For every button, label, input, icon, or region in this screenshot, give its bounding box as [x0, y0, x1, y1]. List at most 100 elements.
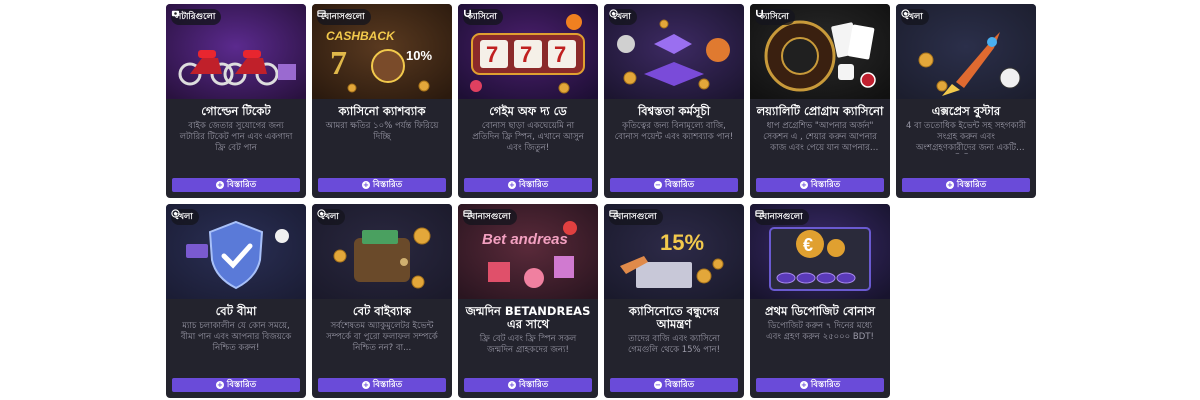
promo-image: খেলা	[166, 204, 306, 299]
rocket-window	[987, 37, 997, 47]
promo-card-9[interactable]: 15% বোনাসগুলো ক্যাসিনোতে বন্ধুদের আমন্ত্…	[604, 204, 744, 398]
promo-description: ডিপোজিট করুন ৭ দিনের মধ্যে এবং গ্রহণ করু…	[766, 321, 874, 342]
ball-icon	[171, 209, 180, 218]
promo-image: খেলা	[604, 4, 744, 99]
category-label: বোনাসগুলো	[467, 212, 511, 222]
promo-description: কৃতিত্বের জন্য বিনামূল্যে বাজি, বোনাস পয…	[614, 121, 734, 142]
plus-icon: +	[945, 181, 954, 189]
donut-icon	[524, 268, 544, 288]
soccer-ball-icon	[275, 229, 289, 243]
details-label: বিস্তারিত	[372, 380, 403, 390]
coin-icon	[936, 80, 948, 92]
promo-image: খেলা	[312, 204, 452, 299]
fuel-tank-icon	[198, 50, 216, 58]
plus-icon: +	[361, 381, 370, 389]
promo-title: ক্যাসিনো ক্যাশব্যাক	[338, 104, 426, 118]
plus-icon: +	[799, 381, 808, 389]
soccer-ball-icon	[617, 35, 635, 53]
details-button[interactable]: + বিস্তারিত	[464, 378, 592, 392]
reel-digit: 7	[554, 42, 566, 67]
promo-title: এক্সপ্রেস বুস্টার	[931, 104, 1001, 118]
coin-icon	[918, 52, 934, 68]
details-button[interactable]: + বিস্তারিত	[318, 378, 446, 392]
details-button[interactable]: + বিস্তারিত	[756, 378, 884, 392]
horseshoe-icon	[463, 9, 472, 17]
promo-description: 4 বা ততোধিক ইভেন্ট সহ সহগকারী সংগ্রহ করু…	[906, 121, 1027, 153]
bonus-icon	[317, 10, 326, 17]
category-label: বোনাসগুলো	[759, 212, 803, 222]
category-badge: খেলা	[317, 209, 345, 225]
plus-icon: +	[215, 381, 224, 389]
coin-icon	[712, 258, 724, 270]
promo-image: Bet andreas বোনাসগুলো	[458, 204, 598, 299]
details-button[interactable]: + বিস্তারিত	[172, 378, 300, 392]
details-button[interactable]: + বিস্তারিত	[172, 178, 300, 192]
horseshoe-icon	[755, 9, 764, 17]
wallet-clasp	[400, 258, 408, 266]
coin-icon	[333, 249, 347, 263]
details-button[interactable]: − বিস্তারিত	[610, 378, 738, 392]
category-badge: খেলা	[609, 9, 637, 25]
promo-card-7[interactable]: খেলা বেট বাইব্যাক সর্বশেষতম অ্যাকুমুলেটর…	[312, 204, 452, 398]
promo-image: € বোনাসগুলো	[750, 204, 890, 299]
euro-sign-icon: €	[803, 235, 813, 255]
coin-icon	[418, 80, 430, 92]
promo-title: ক্যাসিনোতে বন্ধুদের আমন্ত্রণ	[628, 304, 720, 331]
promo-card-4[interactable]: ক্যাসিনো লয়্যালিটি প্রোগ্রাম ক্যাসিনো ধ…	[750, 4, 890, 198]
plus-icon: +	[361, 181, 370, 189]
category-label: বোনাসগুলো	[613, 212, 657, 222]
details-label: বিস্তারিত	[226, 380, 257, 390]
promo-image: 15% বোনাসগুলো	[604, 204, 744, 299]
promo-card-10[interactable]: € বোনাসগুলো প্রথম ডিপোজিট বোনাস ডিপোজিট …	[750, 204, 890, 398]
category-badge: বোনাসগুলো	[755, 209, 809, 225]
chip-stack-icon	[796, 272, 816, 284]
coin-icon	[659, 19, 669, 29]
details-button[interactable]: + বিস্তারিত	[318, 178, 446, 192]
promo-card-0[interactable]: লটারিগুলো গোল্ডেন টিকেট বাইক জেতার সুযোগ…	[166, 4, 306, 198]
plus-icon: +	[799, 181, 808, 189]
details-label: বিস্তারিত	[226, 180, 257, 190]
plus-icon: +	[507, 181, 516, 189]
coin-icon	[698, 78, 710, 90]
details-label: বিস্তারিত	[810, 180, 841, 190]
gift-icon	[554, 256, 574, 278]
category-badge: ক্যাসিনো	[463, 9, 503, 25]
details-button[interactable]: + বিস্তারিত	[464, 178, 592, 192]
promo-title: বিশ্বস্ততা কর্মসূচী	[637, 104, 711, 118]
promo-description: আমরা ক্ষতির ১০% পর্যন্ত ফিরিয়ে দিচ্ছি	[325, 121, 439, 142]
details-label: বিস্তারিত	[518, 380, 549, 390]
promo-title: বেট বাইব্যাক	[352, 304, 412, 318]
coin-icon	[413, 227, 431, 245]
category-badge: বোনাসগুলো	[463, 209, 517, 225]
promo-title: জন্মদিন BETANDREAS এর সাথে	[465, 304, 591, 331]
promo-card-6[interactable]: খেলা বেট বীমা ম্যাচ চলাকালীন যে কোন সময়…	[166, 204, 306, 398]
promo-title: লয়্যালিটি প্রোগ্রাম ক্যাসিনো	[756, 104, 884, 118]
lottery-icon	[171, 10, 180, 17]
laptop-icon	[636, 262, 692, 288]
promo-description: বোনাস ছাড়া একঘেয়েমি না প্রতিদিন ফ্রি স…	[472, 121, 584, 153]
coin-icon	[558, 82, 570, 94]
promo-card-5[interactable]: খেলা এক্সপ্রেস বুস্টার 4 বা ততোধিক ইভেন্…	[896, 4, 1036, 198]
balloon-icon	[563, 221, 577, 235]
details-button[interactable]: + বিস্তারিত	[756, 178, 884, 192]
promo-card-8[interactable]: Bet andreas বোনাসগুলো জন্মদিন BETANDREAS…	[458, 204, 598, 398]
promo-description: ম্যাচ চলাকালীন যে কোন সময়ে, বীমা পান এব…	[180, 321, 292, 353]
promo-card-1[interactable]: CASHBACK 7 10% বোনাসগুলো ক্যাসিনো ক্যাশব্য…	[312, 4, 452, 198]
promo-image: 777 ক্যাসিনো	[458, 4, 598, 99]
coin-icon	[347, 83, 357, 93]
details-button[interactable]: + বিস্তারিত	[902, 178, 1030, 192]
ball-icon	[317, 209, 326, 218]
details-label: বিস্তারিত	[518, 180, 549, 190]
promo-card-3[interactable]: খেলা বিশ্বস্ততা কর্মসূচী কৃতিত্বের জন্য …	[604, 4, 744, 198]
seven-icon: 7	[330, 45, 347, 82]
promo-title: গোল্ডেন টিকেট	[201, 104, 271, 118]
promo-card-2[interactable]: 777 ক্যাসিনো গেইম অফ দ্য ডে বোনাস ছাড়া …	[458, 4, 598, 198]
details-label: বিস্তারিত	[810, 380, 841, 390]
details-button[interactable]: − বিস্তারিত	[610, 178, 738, 192]
promo-description: সর্বশেষতম অ্যাকুমুলেটর ইভেন্ট সম্পর্কে ব…	[326, 321, 438, 353]
promo-description: বাইক জেতার সুযোগের জন্য লটারির টিকেট পান…	[179, 121, 293, 153]
category-badge: খেলা	[901, 9, 929, 25]
coin-icon	[411, 275, 425, 289]
soccer-ball-icon	[999, 67, 1021, 89]
promo-image: CASHBACK 7 10% বোনাসগুলো	[312, 4, 452, 99]
